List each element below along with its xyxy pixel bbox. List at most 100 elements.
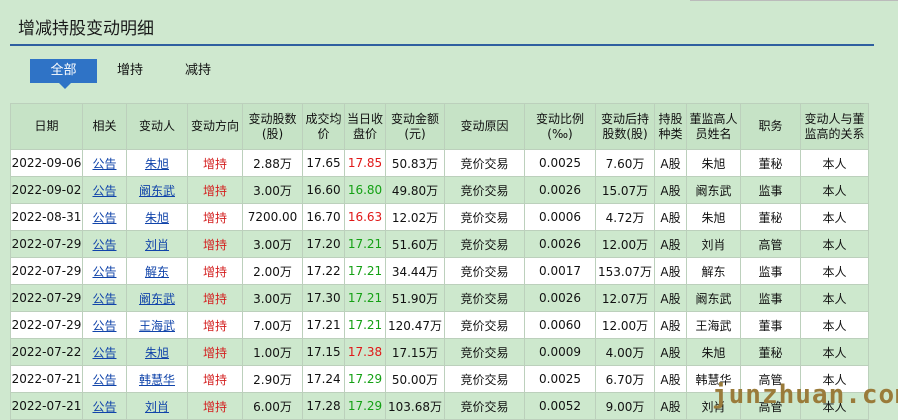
person-link[interactable]: 解东 [145,265,169,279]
cell-exec-name: 王海武 [695,318,732,333]
cell-direction-cell: 增持 [187,149,243,177]
tab-all[interactable]: 全部 [30,59,97,83]
col-shares: 变动股数(股) [242,103,303,150]
cell-share-kind: A股 [660,345,681,360]
cell-shares: 6.00万 [253,399,292,414]
cell-avg-price: 17.21 [306,318,341,332]
cell-ratio: 0.0026 [539,291,581,305]
person-link[interactable]: 刘肖 [145,238,169,252]
announcement-link[interactable]: 公告 [92,184,116,198]
cell-close-price: 17.29 [347,399,383,413]
cell-role-cell: 监事 [740,176,801,204]
announcement-link[interactable]: 公告 [92,238,116,252]
person-cell: 王海武 [126,311,188,339]
cell-shares-cell: 1.00万 [242,338,303,366]
cell-close-price-cell: 17.21 [344,230,386,258]
cell-avg-price: 17.30 [306,291,341,305]
cell-reason-cell: 竞价交易 [444,338,525,366]
person-link[interactable]: 韩慧华 [139,373,175,387]
cell-ratio: 0.0026 [539,237,581,251]
cell-share-kind: A股 [660,156,681,171]
cell-direction: 增持 [202,264,227,279]
announcement-cell: 公告 [82,149,127,177]
cell-amount: 12.02万 [391,210,439,225]
person-link[interactable]: 阚东武 [139,292,175,306]
col-avg-price: 成交均价 [302,103,345,150]
cell-amount-cell: 50.00万 [385,365,445,393]
cell-direction-cell: 增持 [187,230,243,258]
cell-relation-cell: 本人 [800,257,869,285]
cell-after-holdings-cell: 12.00万 [595,311,655,339]
announcement-link[interactable]: 公告 [92,292,116,306]
tab-increase[interactable]: 增持 [108,59,152,83]
cell-date: 2022-07-29 [11,264,82,278]
cell-reason-cell: 竞价交易 [444,365,525,393]
cell-share-kind: A股 [660,264,681,279]
cell-shares: 7200.00 [247,210,298,224]
cell-after-holdings: 6.70万 [605,372,645,387]
cell-close-price: 16.63 [347,210,383,224]
announcement-cell: 公告 [82,392,127,420]
person-link[interactable]: 刘肖 [145,400,169,414]
cell-after-holdings-cell: 4.72万 [595,203,655,231]
cell-exec-name: 朱旭 [701,156,726,171]
cell-amount-cell: 50.83万 [385,149,445,177]
announcement-link[interactable]: 公告 [92,211,116,225]
person-link[interactable]: 阚东武 [139,184,175,198]
announcement-link[interactable]: 公告 [92,373,116,387]
cell-amount: 51.90万 [391,291,439,306]
cell-amount-cell: 103.68万 [385,392,445,420]
person-link[interactable]: 王海武 [139,319,175,333]
cell-relation-cell: 本人 [800,338,869,366]
cell-share-kind-cell: A股 [654,311,687,339]
announcement-cell: 公告 [82,284,127,312]
cell-avg-price: 17.24 [306,372,341,386]
cell-amount-cell: 51.90万 [385,284,445,312]
cell-date-cell: 2022-07-29 [10,284,83,312]
col-share-kind: 持股种类 [654,103,687,150]
cell-share-kind: A股 [660,210,681,225]
cell-direction: 增持 [202,345,227,360]
person-link[interactable]: 朱旭 [145,346,169,360]
cell-exec-name-cell: 朱旭 [686,149,741,177]
person-link[interactable]: 朱旭 [145,211,169,225]
cell-avg-price-cell: 17.20 [302,230,345,258]
cell-date-cell: 2022-07-21 [10,365,83,393]
person-cell: 解东 [126,257,188,285]
cell-date: 2022-07-29 [11,237,82,251]
cell-after-holdings-cell: 153.07万 [595,257,655,285]
cell-date: 2022-07-29 [11,291,82,305]
cell-avg-price-cell: 17.21 [302,311,345,339]
announcement-link[interactable]: 公告 [92,346,116,360]
person-cell: 刘肖 [126,392,188,420]
cell-exec-name-cell: 王海武 [686,311,741,339]
cell-ratio: 0.0025 [539,156,581,170]
cell-relation-cell: 本人 [800,176,869,204]
col-direction: 变动方向 [187,103,243,150]
cell-avg-price-cell: 17.22 [302,257,345,285]
cell-ratio: 0.0025 [539,372,581,386]
table-row: 2022-07-29 公告 刘肖 增持 3.00万 17.20 17.21 51.60万 竞价交… [10,230,869,258]
cell-close-price-cell: 17.29 [344,392,386,420]
person-link[interactable]: 朱旭 [145,157,169,171]
cell-reason: 竞价交易 [460,264,509,279]
cell-role: 高管 [758,237,783,252]
announcement-cell: 公告 [82,203,127,231]
cell-reason-cell: 竞价交易 [444,284,525,312]
table-row: 2022-08-31 公告 朱旭 增持 7200.00 16.70 16.63 12.02万 竞… [10,203,869,231]
cell-share-kind-cell: A股 [654,392,687,420]
announcement-link[interactable]: 公告 [92,400,116,414]
cell-role: 监事 [758,183,783,198]
announcement-link[interactable]: 公告 [92,157,116,171]
cell-role-cell: 董秘 [740,338,801,366]
announcement-link[interactable]: 公告 [92,319,116,333]
cell-share-kind: A股 [660,291,681,306]
cell-role-cell: 监事 [740,257,801,285]
cell-exec-name: 朱旭 [701,210,726,225]
tab-decrease[interactable]: 减持 [176,59,220,83]
announcement-link[interactable]: 公告 [92,265,116,279]
cell-relation: 本人 [822,156,847,171]
cell-ratio: 0.0060 [539,318,581,332]
cell-after-holdings: 4.00万 [605,345,645,360]
cell-date-cell: 2022-07-21 [10,392,83,420]
